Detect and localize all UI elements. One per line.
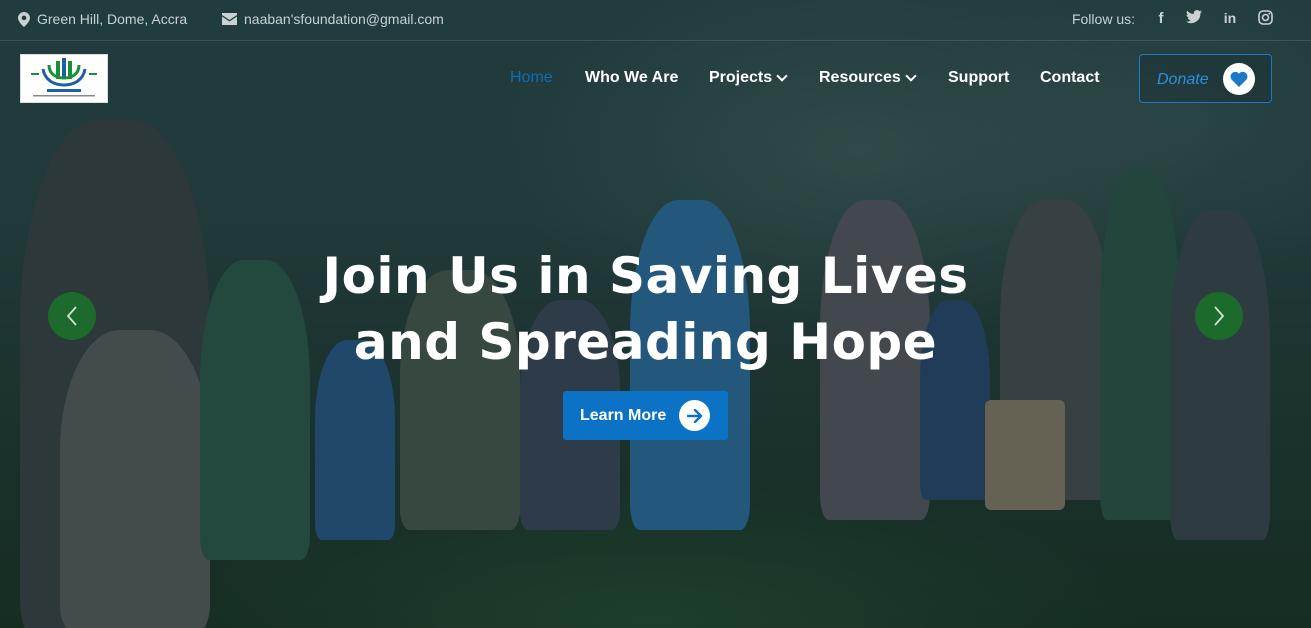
facebook-icon[interactable]: f: [1153, 10, 1169, 27]
nav-support-label: Support: [948, 69, 1010, 86]
chevron-down-icon: [905, 70, 917, 82]
foundation-logo-icon: [31, 58, 97, 97]
linkedin-icon[interactable]: in: [1222, 10, 1238, 26]
donate-button[interactable]: Donate: [1139, 54, 1272, 103]
learn-more-button[interactable]: Learn More: [563, 391, 728, 440]
chevron-right-icon: [1214, 306, 1225, 326]
learn-more-label: Learn More: [580, 407, 667, 424]
envelope-icon: [222, 13, 237, 25]
heart-icon: [1223, 63, 1255, 95]
nav-resources-label: Resources: [819, 69, 901, 86]
nav-projects[interactable]: Projects: [709, 69, 788, 87]
address-item: Green Hill, Dome, Accra: [18, 11, 187, 27]
email-link[interactable]: naaban'sfoundation@gmail.com: [244, 11, 444, 27]
nav-support[interactable]: Support: [948, 69, 1009, 87]
nav-contact-label: Contact: [1040, 69, 1100, 86]
address-text: Green Hill, Dome, Accra: [37, 11, 188, 27]
site-logo[interactable]: [20, 54, 108, 103]
carousel-next-button[interactable]: [1195, 292, 1243, 340]
chevron-down-icon: [776, 70, 788, 82]
chevron-left-icon: [66, 306, 77, 326]
nav-resources[interactable]: Resources: [819, 69, 917, 87]
arrow-right-icon: [679, 400, 710, 431]
follow-us-label: Follow us:: [1071, 11, 1135, 27]
carousel-prev-button[interactable]: [48, 292, 96, 340]
email-item[interactable]: naaban'sfoundation@gmail.com: [222, 11, 444, 27]
nav-who-we-are-label: Who We Are: [585, 69, 679, 86]
hero-headline: Join Us in Saving Lives and Spreading Ho…: [300, 243, 991, 375]
twitter-icon[interactable]: [1186, 10, 1202, 26]
location-pin-icon: [18, 11, 30, 27]
nav-contact[interactable]: Contact: [1040, 69, 1100, 87]
donate-label: Donate: [1157, 71, 1209, 88]
nav-home-label: Home: [510, 69, 553, 86]
top-info-bar: Green Hill, Dome, Accra naaban'sfoundati…: [0, 0, 1311, 41]
nav-home[interactable]: Home: [510, 69, 553, 87]
instagram-icon[interactable]: [1257, 10, 1273, 26]
nav-projects-label: Projects: [709, 69, 773, 86]
hero-headline-line-1: Join Us in Saving Lives: [322, 247, 969, 305]
nav-who-we-are[interactable]: Who We Are: [585, 69, 678, 87]
hero-headline-line-2: and Spreading Hope: [353, 313, 938, 371]
